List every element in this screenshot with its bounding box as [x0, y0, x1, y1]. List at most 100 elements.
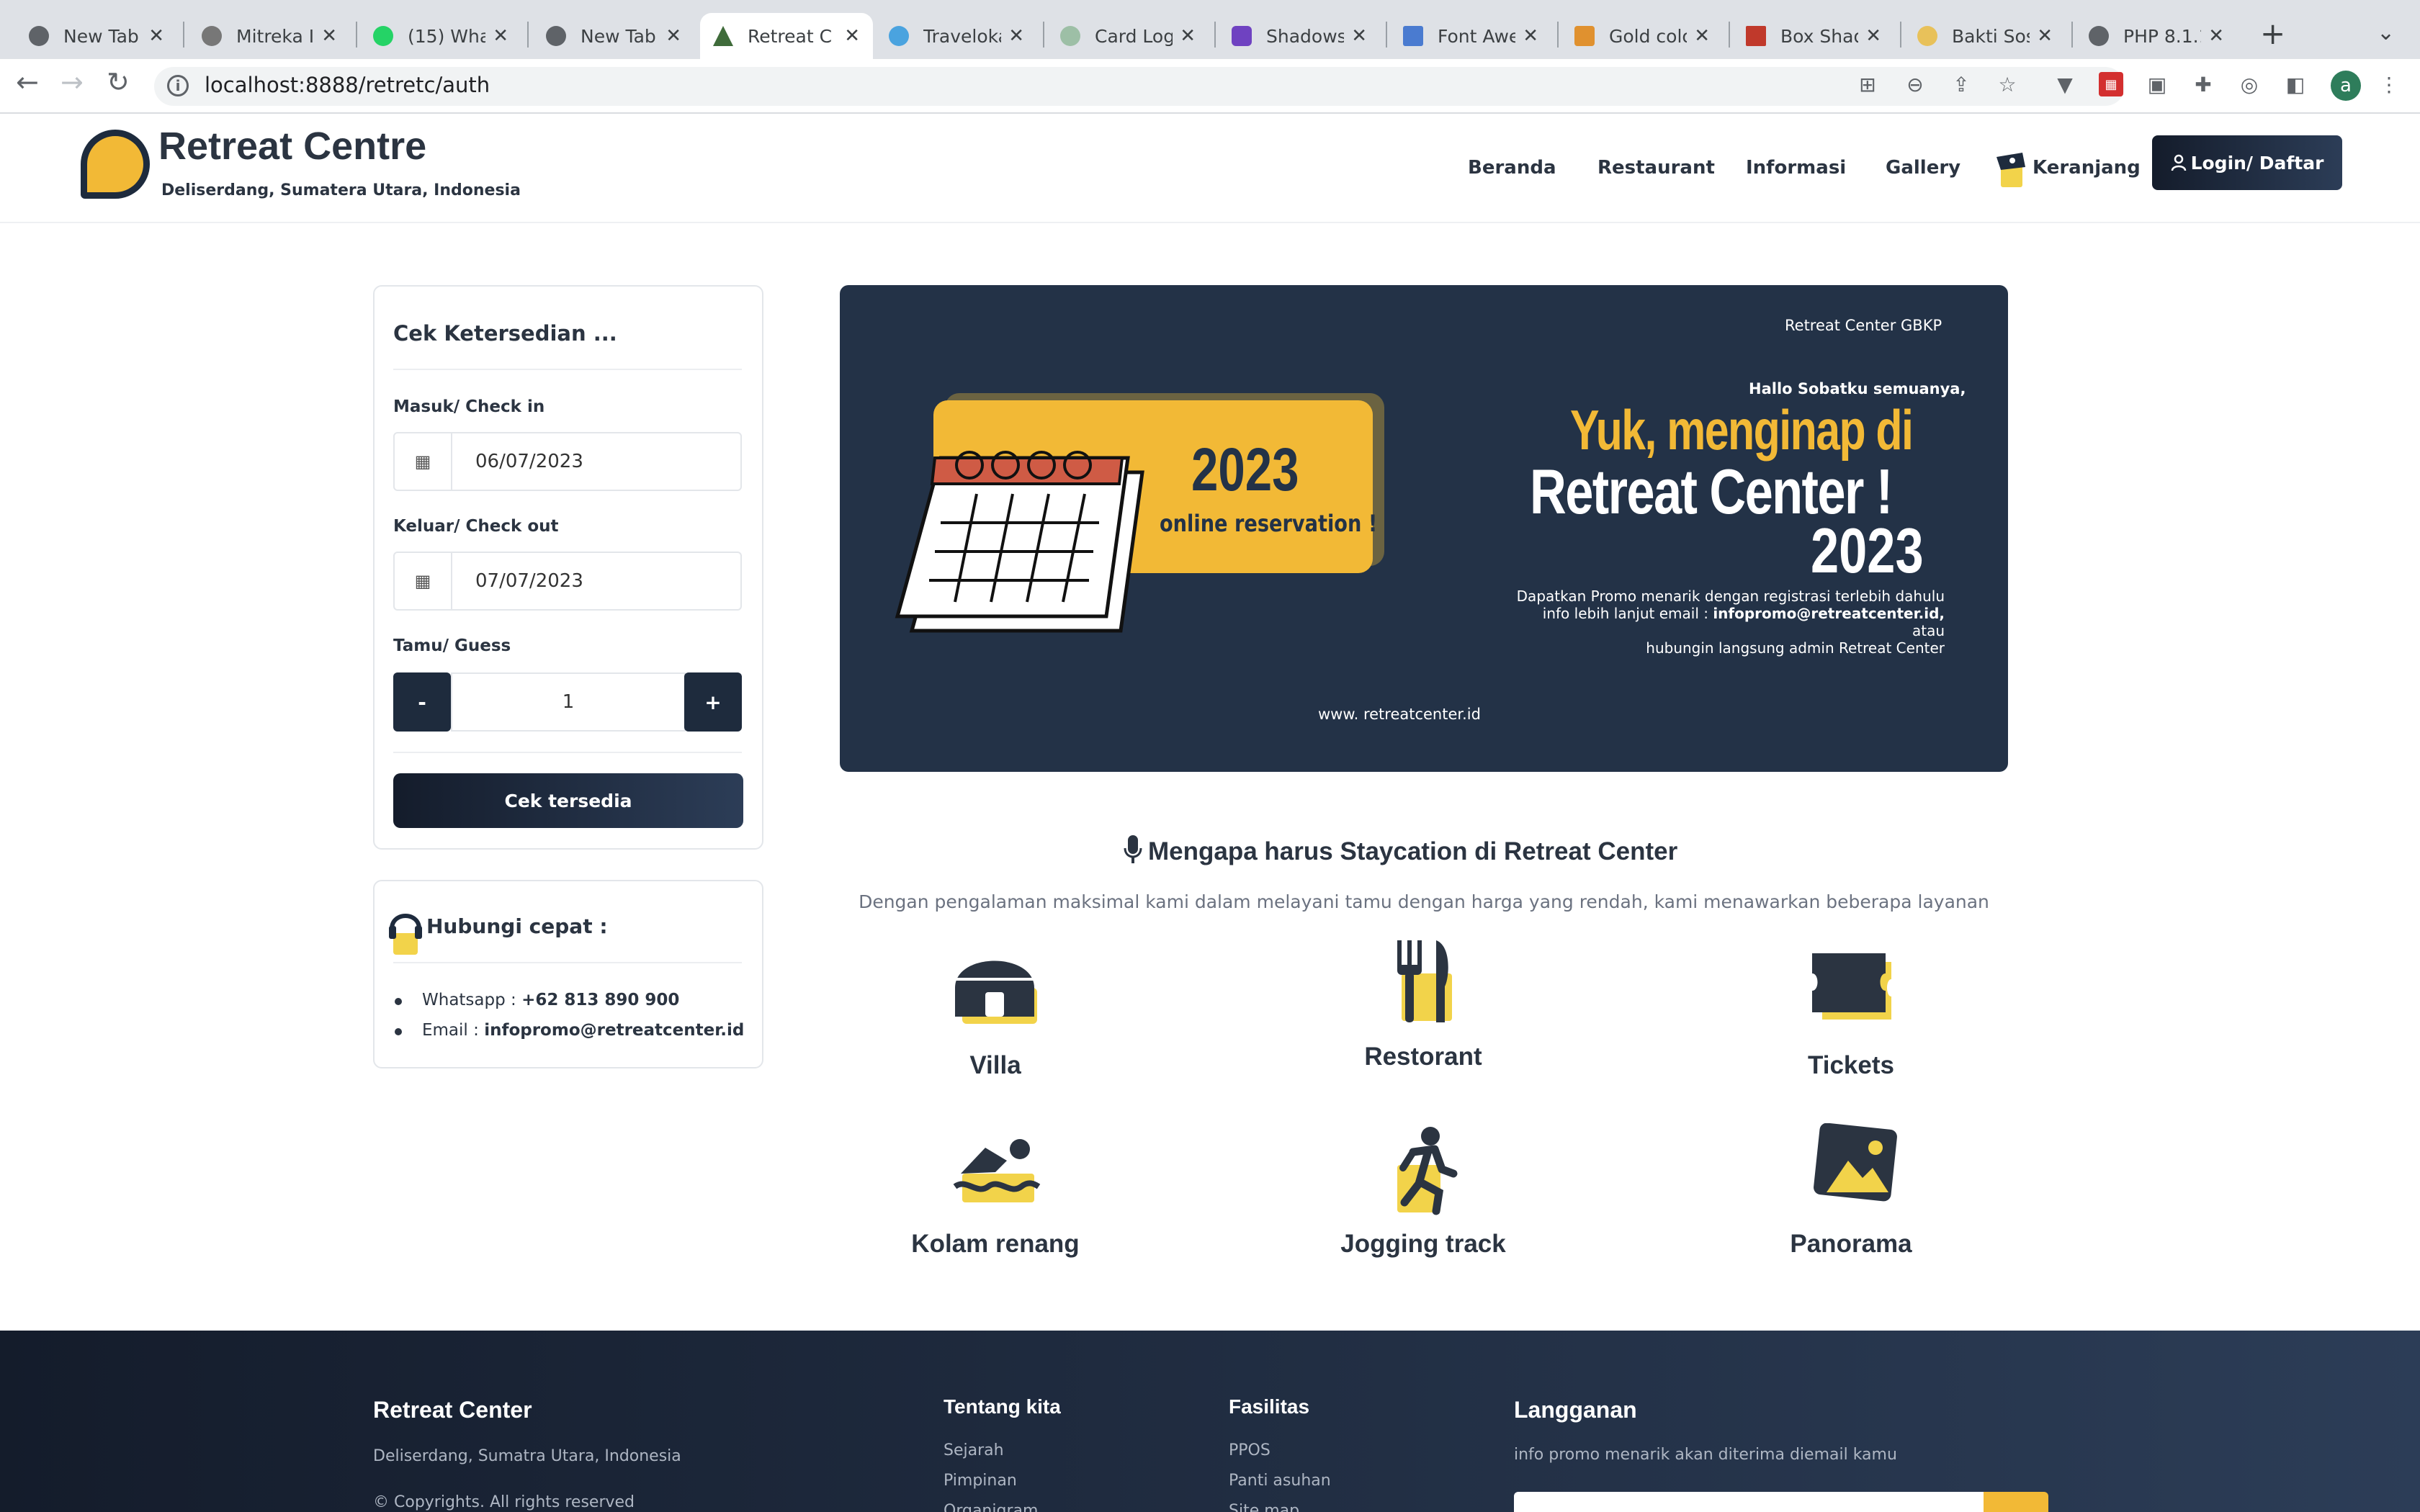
feature-villa[interactable]: Villa	[851, 945, 1139, 1080]
browser-tab[interactable]: Bakti Sos ✕	[1904, 13, 2066, 59]
browser-tab[interactable]: Card Log ✕	[1047, 13, 1209, 59]
checkout-input[interactable]: ▦ 07/07/2023	[393, 552, 742, 611]
close-icon[interactable]: ✕	[2208, 25, 2224, 47]
nav-beranda[interactable]: Beranda	[1468, 157, 1556, 179]
close-icon[interactable]: ✕	[321, 25, 337, 47]
why-title: Mengapa harus Staycation di Retreat Cent…	[1148, 837, 1678, 865]
promo-line-2-prefix: info lebih lanjut email :	[1542, 605, 1713, 622]
checkout-value[interactable]: 07/07/2023	[475, 570, 583, 592]
whatsapp-line: Whatsapp : +62 813 890 900	[422, 991, 679, 1009]
translate-icon[interactable]: ⊞	[1855, 72, 1880, 96]
close-icon[interactable]: ✕	[1865, 25, 1881, 47]
site-footer	[0, 1331, 2420, 1512]
feature-label: Panorama	[1790, 1230, 1912, 1258]
footer-link-ppos[interactable]: PPOS	[1229, 1441, 1270, 1459]
browser-tab[interactable]: Shadows ✕	[1219, 13, 1380, 59]
forward-button[interactable]: →	[60, 66, 84, 98]
footer-link-panti-asuhan[interactable]: Panti asuhan	[1229, 1472, 1331, 1490]
browser-tab-active[interactable]: Retreat C ✕	[700, 13, 873, 59]
share-icon[interactable]: ⇪	[1949, 72, 1973, 96]
why-title-row: Mengapa harus Staycation di Retreat Cent…	[1124, 835, 2132, 866]
guest-count-input[interactable]: 1	[451, 672, 686, 732]
cart-icon[interactable]	[1994, 148, 2028, 190]
tab-title: Font Awe	[1438, 25, 1516, 47]
footer-link-site-map[interactable]: Site map	[1229, 1502, 1299, 1512]
banner-greeting: Hallo Sobatku semuanya,	[1749, 380, 1966, 397]
feature-jogging-track[interactable]: Jogging track	[1279, 1123, 1567, 1259]
close-icon[interactable]: ✕	[844, 25, 860, 47]
nav-keranjang[interactable]: Keranjang	[2033, 157, 2141, 179]
subscribe-email-input[interactable]	[1514, 1492, 1984, 1512]
promo-line-2: info lebih lanjut email : infopromo@retr…	[1512, 605, 1945, 639]
why-subtitle: Dengan pengalaman maksimal kami dalam me…	[859, 891, 1989, 912]
browser-tab[interactable]: Traveloka ✕	[876, 13, 1037, 59]
footer-link-pimpinan[interactable]: Pimpinan	[944, 1472, 1017, 1490]
subscribe-button[interactable]	[1984, 1492, 2048, 1512]
nav-gallery[interactable]: Gallery	[1886, 157, 1960, 179]
reload-button[interactable]: ↻	[107, 66, 130, 98]
checkin-value[interactable]: 06/07/2023	[475, 451, 583, 472]
check-availability-button[interactable]: Cek tersedia	[393, 773, 743, 828]
sidepanel-icon[interactable]: ◧	[2283, 72, 2308, 96]
close-icon[interactable]: ✕	[1694, 25, 1710, 47]
close-icon[interactable]: ✕	[1008, 25, 1024, 47]
feature-panorama[interactable]: Panorama	[1707, 1122, 1995, 1259]
close-icon[interactable]: ✕	[1523, 25, 1538, 47]
browser-tab[interactable]: (15) What ✕	[360, 13, 521, 59]
new-tab-button[interactable]: +	[2260, 16, 2285, 51]
flag-icon	[1403, 26, 1423, 46]
zoom-icon[interactable]: ⊖	[1903, 72, 1927, 96]
checkin-input[interactable]: ▦ 06/07/2023	[393, 432, 742, 491]
browser-tab[interactable]: PHP 8.1.1 ✕	[2076, 13, 2237, 59]
browser-tab[interactable]: New Tab ✕	[16, 13, 177, 59]
feature-kolam-renang[interactable]: Kolam renang	[851, 1123, 1139, 1259]
close-icon[interactable]: ✕	[1180, 25, 1196, 47]
close-icon[interactable]: ✕	[1351, 25, 1367, 47]
more-menu-icon[interactable]: ⋮	[2377, 72, 2401, 96]
divider	[393, 369, 742, 370]
image-icon	[1814, 1122, 1897, 1202]
close-icon[interactable]: ✕	[493, 25, 508, 47]
footer-link-sejarah[interactable]: Sejarah	[944, 1441, 1004, 1459]
browser-tab[interactable]: Font Awe ✕	[1390, 13, 1551, 59]
bullet	[395, 1028, 402, 1035]
logo-icon[interactable]	[81, 130, 150, 199]
nav-restaurant[interactable]: Restaurant	[1597, 157, 1715, 179]
close-icon[interactable]: ✕	[2037, 25, 2053, 47]
extension-v-icon[interactable]: ▼	[2053, 72, 2077, 96]
feature-label: Tickets	[1808, 1051, 1894, 1079]
login-button[interactable]: Login/ Daftar	[2152, 135, 2342, 190]
bookmark-star-icon[interactable]: ☆	[1995, 72, 2020, 96]
browser-tab[interactable]: Mitreka In ✕	[189, 13, 350, 59]
performance-icon[interactable]: ◎	[2237, 72, 2262, 96]
close-icon[interactable]: ✕	[148, 25, 164, 47]
feature-tickets[interactable]: Tickets	[1707, 945, 1995, 1080]
guest-increment-button[interactable]: +	[684, 672, 742, 732]
extension-red-icon[interactable]: ▦	[2099, 72, 2123, 96]
nav-informasi[interactable]: Informasi	[1746, 157, 1846, 179]
email-address[interactable]: infopromo@retreatcenter.id	[484, 1021, 744, 1040]
whatsapp-number[interactable]: +62 813 890 900	[521, 991, 679, 1009]
running-icon	[1397, 1127, 1458, 1215]
promo-line-1: Dapatkan Promo menarik dengan registrasi…	[1516, 588, 1945, 605]
browser-tab[interactable]: Gold colo ✕	[1561, 13, 1723, 59]
close-icon[interactable]: ✕	[666, 25, 681, 47]
screen-capture-icon[interactable]: ▣	[2145, 72, 2169, 96]
info-icon[interactable]: i	[167, 75, 189, 96]
brand-name[interactable]: Retreat Centre	[158, 124, 426, 168]
browser-tab[interactable]: Box Shad ✕	[1733, 13, 1894, 59]
user-icon	[2171, 154, 2186, 171]
tab-title: New Tab	[63, 25, 139, 47]
feature-restorant[interactable]: Restorant	[1279, 936, 1567, 1071]
url-text[interactable]: localhost:8888/retretc/auth	[205, 73, 490, 97]
browser-tab[interactable]: New Tab ✕	[533, 13, 694, 59]
puzzle-icon[interactable]: ✚	[2191, 72, 2215, 96]
footer-link-organigram[interactable]: Organigram	[944, 1502, 1038, 1512]
checkin-label: Masuk/ Check in	[393, 397, 545, 416]
guest-decrement-button[interactable]: -	[393, 672, 451, 732]
chevron-down-icon[interactable]: ⌄	[2377, 20, 2395, 45]
back-button[interactable]: ←	[16, 66, 39, 98]
banner-promo-text: Dapatkan Promo menarik dengan registrasi…	[1512, 588, 1945, 657]
profile-avatar[interactable]: a	[2331, 71, 2361, 101]
browser-tab-strip: New Tab ✕ Mitreka In ✕ (15) What ✕ New Tab ✕…	[0, 0, 2420, 59]
